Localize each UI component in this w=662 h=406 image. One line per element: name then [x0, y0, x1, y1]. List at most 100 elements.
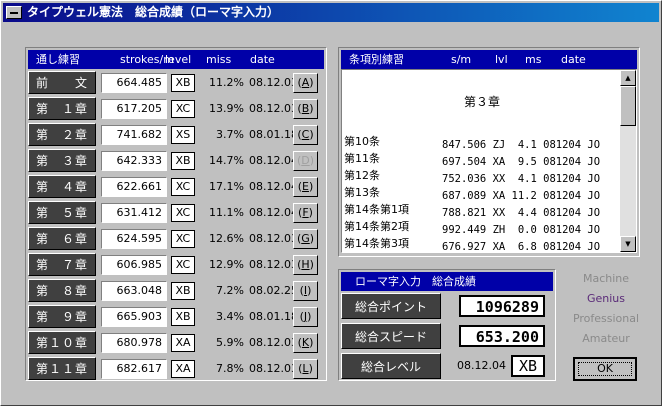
chapter-select-button[interactable]: (B) [293, 99, 318, 119]
miss-value: 11.2% [209, 76, 244, 89]
ok-label: OK [597, 362, 613, 375]
chapter-select-button[interactable]: (A) [293, 73, 318, 93]
chapter-row: 第 ４章 622.661 XC 17.1% 08.12.04 (E) [28, 175, 324, 199]
level-badge: XB [171, 74, 195, 92]
chapter-button-key: C [301, 128, 310, 141]
chapter-row: 第 ６章 624.595 XC 12.6% 08.12.03 (G) [28, 227, 324, 251]
chapter-select-button[interactable]: (G) [293, 229, 318, 249]
chapter-row: 第 ３章 642.333 XB 14.7% 08.12.04 (D) [28, 149, 324, 173]
miss-value: 17.1% [209, 180, 244, 193]
total-speed-value: 653.200 [459, 325, 545, 347]
chapter-label: 前 文 [28, 71, 96, 94]
article-item[interactable]: 第14条第1項 788.821 XX 4.4 081204 JO [344, 203, 620, 220]
col-date: date [250, 53, 275, 66]
chapter-select-button[interactable]: (F) [293, 203, 318, 223]
article-item[interactable]: 第10条 847.506 ZJ 4.1 081204 JO [344, 135, 620, 152]
article-name: 第11条 [344, 152, 380, 165]
article-item[interactable]: 第14条第2項 992.449 ZH 0.0 081204 JO [344, 220, 620, 237]
scroll-down-icon[interactable]: ▼ [620, 236, 636, 252]
chapter-label: 第１０章 [28, 331, 96, 354]
left-panel-header: 通し練習 strokes/m level miss date [28, 50, 324, 69]
chapter-select-button[interactable]: (J) [293, 307, 318, 327]
strokes-value: 664.485 [101, 73, 167, 93]
article-stats: 676.927 XA 6.8 081204 JO [442, 241, 601, 253]
mode-machine: Machine [582, 272, 630, 285]
chapter-row: 前 文 664.485 XB 11.2% 08.12.03 (A) [28, 71, 324, 95]
miss-value: 12.6% [209, 232, 244, 245]
total-level-date: 08.12.04 [457, 359, 506, 372]
chapter-label: 第 ２章 [28, 123, 96, 146]
strokes-value: 680.978 [101, 333, 167, 353]
chapter-row: 第１１章 682.617 XA 7.8% 08.12.03 (L) [28, 357, 324, 381]
chapter-button-key: D [301, 154, 310, 167]
system-menu-icon[interactable] [6, 6, 22, 19]
chapter-row: 第 ９章 665.903 XB 3.4% 08.01.18 (J) [28, 305, 324, 329]
vertical-scrollbar[interactable]: ▲ ▼ [620, 70, 636, 252]
chapter-select-button[interactable]: (K) [293, 333, 318, 353]
chapter-select-button[interactable]: (L) [293, 359, 318, 379]
article-item[interactable]: 第14条第3項 676.927 XA 6.8 081204 JO [344, 237, 620, 253]
miss-value: 13.9% [209, 102, 244, 115]
strokes-value: 665.903 [101, 307, 167, 327]
col-lvl: lvl [495, 53, 508, 66]
strokes-value: 663.048 [101, 281, 167, 301]
level-badge: XA [171, 334, 195, 352]
article-list[interactable]: 第３章 第10条 847.506 ZJ 4.1 081204 JO 第11条 697.… [341, 69, 637, 253]
chapter-label: 第 ８章 [28, 279, 96, 302]
chapter-button-key: G [301, 232, 310, 245]
article-item[interactable]: 第13条 687.089 XA 11.2 081204 JO [344, 186, 620, 203]
right-header-title: 条項別練習 [349, 53, 404, 66]
total-points-label: 総合ポイント [341, 293, 441, 319]
strokes-value: 741.682 [101, 125, 167, 145]
chapter-select-button[interactable]: (I) [293, 281, 318, 301]
level-badge: XC [171, 256, 195, 274]
miss-value: 12.9% [209, 258, 244, 271]
totals-title: ローマ字入力 総合成績 [355, 275, 476, 288]
ok-button[interactable]: OK [573, 357, 637, 381]
chapter-button-key: I [303, 284, 308, 297]
chapter-label: 第 ４章 [28, 175, 96, 198]
strokes-value: 617.205 [101, 99, 167, 119]
chapter-row: 第１０章 680.978 XA 5.9% 08.12.03 (K) [28, 331, 324, 355]
left-header-title: 通し練習 [36, 53, 80, 66]
col-miss: miss [206, 53, 232, 66]
total-level-label: 総合レベル [341, 353, 441, 379]
article-item[interactable]: 第11条 697.504 XA 9.5 081204 JO [344, 152, 620, 169]
total-level-value: XB [511, 355, 545, 377]
total-points-row: 総合ポイント 1096289 [341, 293, 553, 319]
chapter-select-button[interactable]: (H) [293, 255, 318, 275]
chapter-select-button[interactable]: (E) [293, 177, 318, 197]
miss-value: 7.8% [216, 362, 244, 375]
chapter-label: 第 ７章 [28, 253, 96, 276]
article-stats: 687.089 XA 11.2 081204 JO [442, 190, 601, 202]
miss-value: 7.2% [216, 284, 244, 297]
article-lines: 第３章 第10条 847.506 ZJ 4.1 081204 JO 第11条 697.… [344, 70, 620, 253]
miss-value: 11.1% [209, 206, 244, 219]
chapter-row: 第 ７章 606.985 XC 12.9% 08.12.03 (H) [28, 253, 324, 277]
chapter-select-button[interactable]: (D) [293, 151, 318, 171]
level-badge: XC [171, 230, 195, 248]
chapter-select-button[interactable]: (C) [293, 125, 318, 145]
article-stats: 992.449 ZH 0.0 081204 JO [442, 224, 601, 236]
right-panel-header: 条項別練習 s/m lvl ms date [341, 50, 637, 69]
strokes-value: 631.412 [101, 203, 167, 223]
scroll-up-icon[interactable]: ▲ [620, 70, 636, 86]
strokes-value: 606.985 [101, 255, 167, 275]
level-badge: XA [171, 360, 195, 378]
chapter-button-key: A [301, 76, 310, 89]
strokes-value: 624.595 [101, 229, 167, 249]
article-name: 第14条第3項 [344, 237, 409, 250]
level-badge: XB [171, 152, 195, 170]
article-item[interactable]: 第12条 752.036 XX 4.1 081204 JO [344, 169, 620, 186]
miss-value: 3.4% [216, 310, 244, 323]
title-bar[interactable]: タイプウェル憲法 総合成績（ローマ字入力） [3, 3, 659, 22]
level-badge: XC [171, 100, 195, 118]
chapter-button-key: J [303, 310, 308, 323]
main-window: タイプウェル憲法 総合成績（ローマ字入力） 通し練習 strokes/m lev… [0, 0, 662, 406]
col-date-right: date [561, 53, 586, 66]
strokes-value: 682.617 [101, 359, 167, 379]
scroll-thumb[interactable] [620, 86, 636, 126]
strokes-value: 642.333 [101, 151, 167, 171]
mode-amateur: Amateur [582, 332, 630, 345]
level-badge: XC [171, 178, 195, 196]
